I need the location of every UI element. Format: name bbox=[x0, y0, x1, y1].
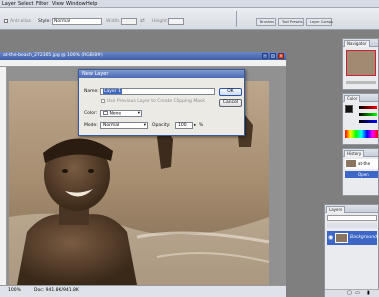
layer-thumbnail bbox=[335, 233, 348, 243]
menu-help[interactable]: Help bbox=[86, 1, 97, 7]
mode-select[interactable]: Normal ▾ bbox=[100, 122, 148, 129]
new-group-icon[interactable]: ▭ bbox=[355, 290, 360, 296]
dialog-title-bar[interactable]: New Layer bbox=[79, 70, 244, 78]
blend-mode-select[interactable] bbox=[327, 215, 377, 221]
tab-layer-comps-label: Layer Comps bbox=[310, 20, 333, 24]
mode-label: Mode: bbox=[84, 123, 98, 128]
eye-icon[interactable]: ◉ bbox=[328, 234, 333, 241]
foreground-swatch[interactable] bbox=[345, 105, 353, 113]
history-panel: History at-the Open bbox=[342, 148, 379, 196]
ok-label: OK bbox=[227, 89, 234, 94]
zoom-slider[interactable] bbox=[346, 81, 376, 84]
swap-icon[interactable]: ⇄ bbox=[140, 17, 145, 24]
tab-brushes-label: Brushes bbox=[260, 20, 275, 24]
color-value: None bbox=[109, 111, 122, 117]
doc-size: Doc: 941.8K/941.8K bbox=[34, 288, 79, 293]
green-slider[interactable] bbox=[359, 113, 377, 116]
layers-tabbar: Layers bbox=[325, 205, 378, 213]
tab-tool-presets[interactable]: Tool Presets bbox=[278, 18, 304, 26]
menu-layer[interactable]: Layer bbox=[2, 1, 16, 7]
new-layer-icon[interactable]: ▢ bbox=[347, 290, 352, 296]
zoom-readout[interactable]: 100% bbox=[8, 288, 21, 293]
color-label: Color: bbox=[84, 111, 98, 116]
name-input[interactable]: Layer 1 bbox=[100, 88, 215, 95]
tab-color[interactable]: Color bbox=[344, 95, 361, 102]
dialog-title: New Layer bbox=[82, 71, 109, 77]
anti-alias-label: Anti-alias bbox=[10, 19, 31, 24]
document-title-bar[interactable]: at-the-beach_272305.jpg @ 100% (RGB/8#) … bbox=[0, 52, 286, 60]
color-tabbar: Color bbox=[343, 94, 378, 102]
tab-layer-comps[interactable]: Layer Comps bbox=[306, 18, 333, 26]
menu-filter[interactable]: Filter bbox=[36, 1, 48, 7]
width-label: Width: bbox=[106, 19, 121, 24]
layer-row-background[interactable]: ◉ Background bbox=[327, 231, 377, 245]
menu-select[interactable]: Select bbox=[18, 1, 33, 7]
color-ramp[interactable] bbox=[345, 130, 378, 138]
maximize-button[interactable]: □ bbox=[270, 53, 276, 59]
chevron-down-icon: ▾ bbox=[137, 111, 140, 116]
height-label: Height: bbox=[152, 19, 169, 24]
opacity-stepper[interactable]: ▸ bbox=[194, 123, 196, 128]
options-bar: Anti-alias Style: Normal Width: ⇄ Height… bbox=[0, 8, 379, 30]
mode-value: Normal bbox=[103, 123, 120, 128]
layers-footer: ▢ ▭ ▮ bbox=[325, 289, 379, 297]
document-title: at-the-beach_272305.jpg @ 100% (RGB/8#) bbox=[3, 53, 103, 58]
new-layer-dialog: New Layer Name: Layer 1 Use Previous Lay… bbox=[78, 69, 245, 136]
red-slider[interactable] bbox=[359, 106, 377, 109]
navigator-thumbnail[interactable] bbox=[346, 50, 376, 76]
style-label: Style: bbox=[38, 19, 51, 24]
blue-slider[interactable] bbox=[359, 120, 377, 123]
history-snapshot[interactable]: at-the bbox=[345, 159, 378, 169]
tab-navigator[interactable]: Navigator bbox=[344, 40, 370, 47]
navigator-tabbar: Navigator bbox=[343, 39, 378, 47]
history-state[interactable]: Open bbox=[345, 171, 378, 178]
history-tabbar: History bbox=[343, 149, 378, 157]
status-bar: 100% Doc: 941.8K/941.8K bbox=[0, 285, 286, 297]
name-label: Name: bbox=[84, 89, 99, 94]
divider bbox=[236, 11, 237, 27]
name-value: Layer 1 bbox=[103, 89, 122, 94]
trash-icon[interactable]: ▮ bbox=[367, 290, 370, 296]
clip-checkbox[interactable] bbox=[101, 99, 105, 103]
color-select[interactable]: None ▾ bbox=[100, 110, 142, 117]
tab-layers[interactable]: Layers bbox=[326, 206, 346, 213]
opacity-label: Opacity: bbox=[152, 123, 171, 128]
tab-history[interactable]: History bbox=[344, 150, 365, 157]
cancel-label: Cancel bbox=[222, 100, 239, 105]
tab-tool-presets-label: Tool Presets bbox=[282, 20, 303, 24]
lock-row bbox=[327, 223, 377, 228]
cancel-button[interactable]: Cancel bbox=[219, 99, 242, 107]
height-input[interactable] bbox=[168, 18, 184, 25]
opacity-unit: % bbox=[199, 123, 204, 128]
menu-window[interactable]: Window bbox=[66, 1, 86, 7]
clip-label: Use Previous Layer to Create Clipping Ma… bbox=[107, 99, 205, 104]
snapshot-label: at-the bbox=[358, 161, 371, 166]
layer-name: Background bbox=[350, 235, 377, 240]
chevron-down-icon: ▾ bbox=[143, 123, 146, 128]
opacity-input[interactable]: 100 bbox=[175, 122, 193, 129]
ruler-horizontal bbox=[0, 60, 286, 67]
ruler-vertical bbox=[0, 67, 7, 285]
minimize-button[interactable]: – bbox=[262, 53, 268, 59]
history-state-label: Open bbox=[358, 172, 369, 177]
tab-brushes[interactable]: Brushes bbox=[256, 18, 276, 26]
menu-view[interactable]: View bbox=[52, 1, 64, 7]
layers-panel: Layers ◉ Background ▢ ▭ ▮ bbox=[324, 204, 379, 297]
style-select-value: Normal bbox=[54, 19, 71, 24]
navigator-panel: Navigator bbox=[342, 38, 379, 90]
ok-button[interactable]: OK bbox=[219, 88, 242, 96]
opacity-value: 100 bbox=[178, 123, 187, 128]
width-input[interactable] bbox=[121, 18, 137, 25]
color-swatch bbox=[103, 111, 108, 115]
snapshot-thumbnail bbox=[346, 160, 356, 167]
close-button[interactable]: × bbox=[278, 53, 284, 59]
style-select[interactable]: Normal bbox=[52, 18, 102, 25]
menu-bar: Layer Select Filter View Window Help bbox=[0, 0, 379, 8]
color-panel: Color bbox=[342, 93, 379, 145]
anti-alias-checkbox[interactable] bbox=[4, 19, 8, 23]
